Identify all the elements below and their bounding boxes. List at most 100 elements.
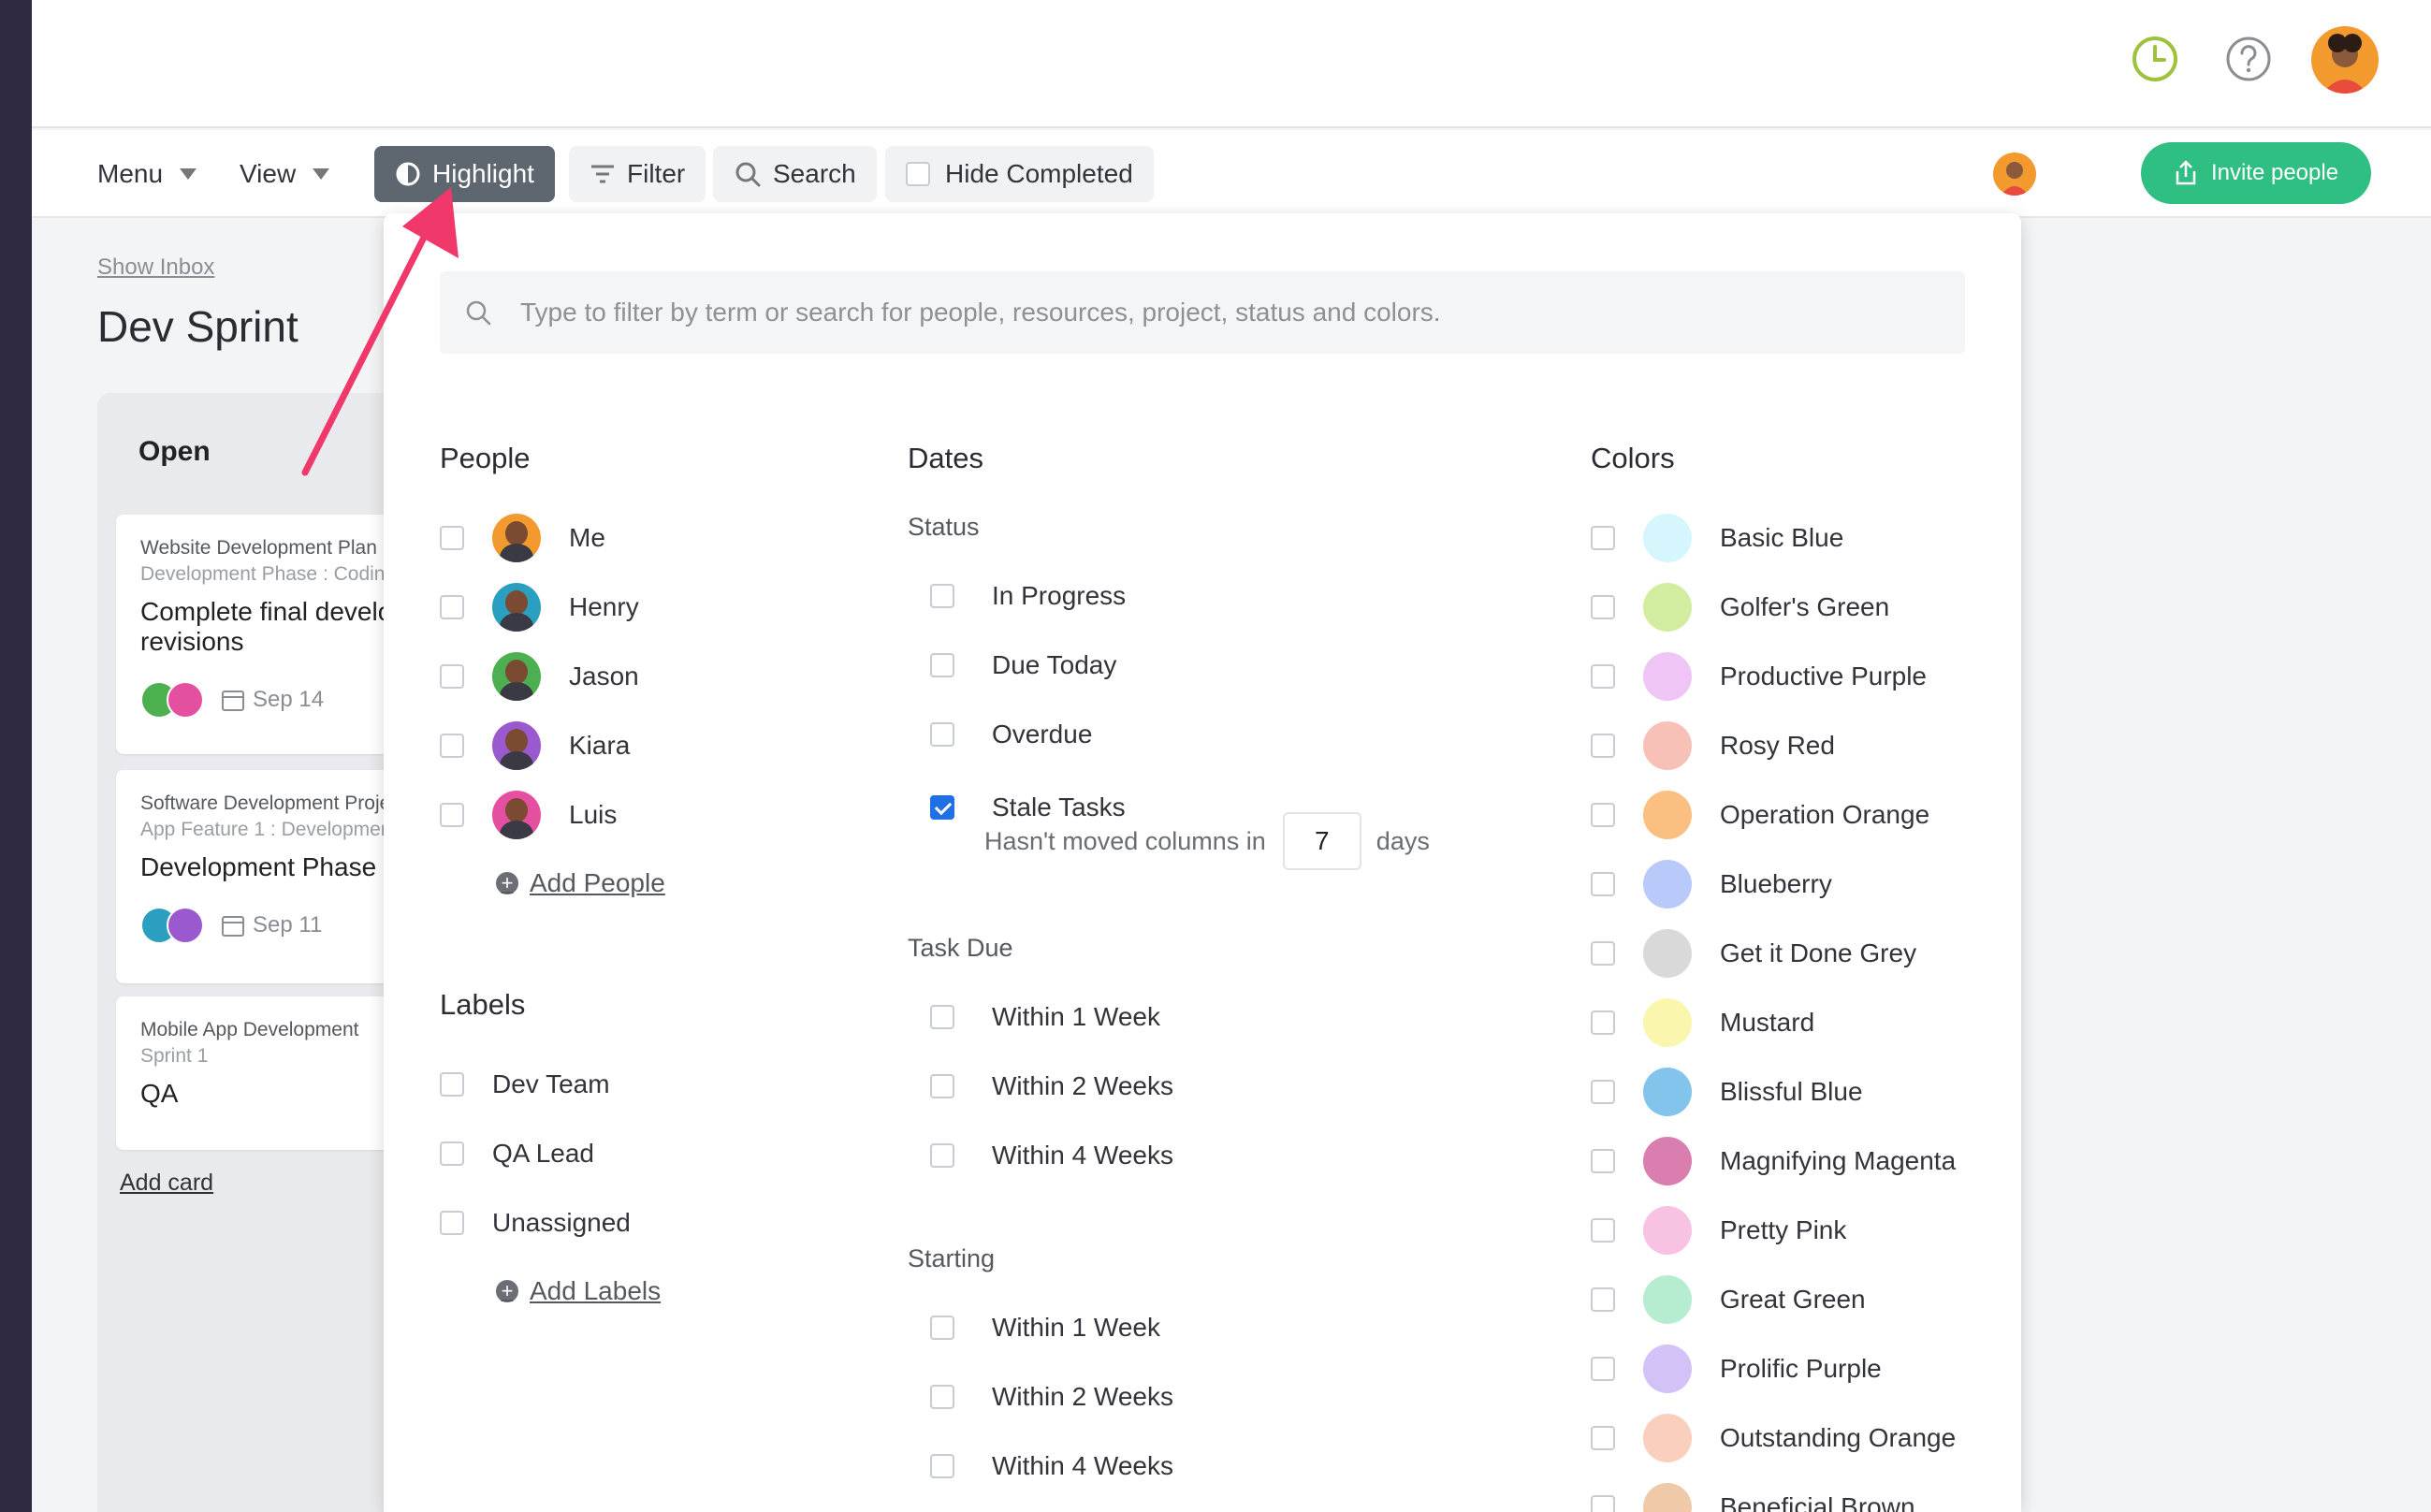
people-item-luis[interactable]: Luis	[440, 790, 617, 840]
color-checkbox[interactable]	[1591, 1357, 1615, 1381]
filter-button[interactable]: Filter	[569, 146, 706, 202]
color-checkbox[interactable]	[1591, 1149, 1615, 1173]
people-checkbox[interactable]	[440, 734, 464, 758]
search-button[interactable]: Search	[713, 146, 877, 202]
status-label: Overdue	[992, 720, 1093, 749]
people-checkbox[interactable]	[440, 595, 464, 619]
task-due-checkbox[interactable]	[930, 1074, 954, 1098]
stale-tasks-checkbox[interactable]	[930, 795, 954, 820]
color-checkbox[interactable]	[1591, 1080, 1615, 1104]
people-item-jason[interactable]: Jason	[440, 651, 639, 702]
color-item[interactable]: Pretty Pink	[1591, 1205, 1846, 1256]
calendar-icon	[222, 691, 244, 711]
color-item[interactable]: Rosy Red	[1591, 720, 1835, 771]
task-due-checkbox[interactable]	[930, 1005, 954, 1029]
clock-icon[interactable]	[2130, 34, 2180, 84]
task-due-item[interactable]: Within 4 Weeks	[930, 1130, 1173, 1181]
card-title: Development Phase	[140, 852, 377, 881]
starting-checkbox[interactable]	[930, 1316, 954, 1340]
status-checkbox[interactable]	[930, 653, 954, 677]
label-item[interactable]: Dev Team	[440, 1059, 610, 1110]
people-label: Jason	[569, 662, 639, 691]
highlight-search-box[interactable]	[440, 271, 1965, 354]
hide-completed-checkbox[interactable]	[906, 162, 930, 186]
show-inbox-link[interactable]: Show Inbox	[97, 254, 214, 281]
help-icon[interactable]	[2223, 34, 2274, 84]
people-item-kiara[interactable]: Kiara	[440, 720, 630, 771]
color-checkbox[interactable]	[1591, 526, 1615, 550]
color-label: Great Green	[1720, 1285, 1866, 1314]
status-item-in-progress[interactable]: In Progress	[930, 571, 1126, 621]
starting-item[interactable]: Within 4 Weeks	[930, 1441, 1173, 1491]
label-checkbox[interactable]	[440, 1072, 464, 1097]
label-item[interactable]: QA Lead	[440, 1128, 594, 1179]
contrast-icon	[396, 162, 420, 186]
color-item[interactable]: Great Green	[1591, 1274, 1866, 1325]
color-checkbox[interactable]	[1591, 1218, 1615, 1243]
color-item[interactable]: Operation Orange	[1591, 790, 1929, 840]
task-due-item[interactable]: Within 2 Weeks	[930, 1061, 1173, 1112]
stale-days-input[interactable]: 7	[1282, 812, 1361, 870]
label-item[interactable]: Unassigned	[440, 1198, 631, 1248]
color-item[interactable]: Productive Purple	[1591, 651, 1927, 702]
color-checkbox[interactable]	[1591, 872, 1615, 896]
color-item[interactable]: Basic Blue	[1591, 513, 1843, 563]
people-checkbox[interactable]	[440, 803, 464, 827]
color-item[interactable]: Blueberry	[1591, 859, 1832, 909]
people-checkbox[interactable]	[440, 526, 464, 550]
color-item[interactable]: Golfer's Green	[1591, 582, 1889, 632]
starting-item[interactable]: Within 1 Week	[930, 1302, 1160, 1353]
board-member-avatar[interactable]	[1993, 153, 2036, 196]
starting-checkbox[interactable]	[930, 1454, 954, 1478]
status-item-overdue[interactable]: Overdue	[930, 709, 1092, 760]
people-checkbox[interactable]	[440, 664, 464, 689]
color-checkbox[interactable]	[1591, 1495, 1615, 1512]
view-dropdown[interactable]: View	[240, 146, 330, 202]
people-item-me[interactable]: Me	[440, 513, 605, 563]
card-title-line2: revisions	[140, 627, 244, 656]
label-checkbox[interactable]	[440, 1211, 464, 1235]
color-checkbox[interactable]	[1591, 803, 1615, 827]
color-item[interactable]: Outstanding Orange	[1591, 1413, 1956, 1463]
color-checkbox[interactable]	[1591, 1426, 1615, 1450]
color-checkbox[interactable]	[1591, 1010, 1615, 1035]
label-text: Dev Team	[492, 1069, 610, 1098]
color-checkbox[interactable]	[1591, 664, 1615, 689]
add-labels-link[interactable]: + Add Labels	[496, 1276, 661, 1306]
status-checkbox[interactable]	[930, 722, 954, 747]
filter-icon	[591, 165, 614, 183]
status-item-due-today[interactable]: Due Today	[930, 640, 1116, 691]
add-people-link[interactable]: + Add People	[496, 868, 665, 898]
color-checkbox[interactable]	[1591, 1287, 1615, 1312]
add-card-link[interactable]: Add card	[120, 1170, 213, 1197]
color-checkbox[interactable]	[1591, 595, 1615, 619]
color-item[interactable]: Magnifying Magenta	[1591, 1136, 1956, 1186]
invite-people-button[interactable]: Invite people	[2141, 142, 2371, 204]
caret-down-icon	[180, 168, 197, 180]
task-due-checkbox[interactable]	[930, 1143, 954, 1168]
highlight-search-input[interactable]	[520, 298, 1924, 327]
color-item[interactable]: Prolific Purple	[1591, 1344, 1882, 1394]
task-card[interactable]: Mobile App Development Sprint 1 QA	[116, 996, 415, 1150]
highlight-button[interactable]: Highlight	[374, 146, 555, 202]
menu-dropdown[interactable]: Menu	[97, 146, 197, 202]
color-checkbox[interactable]	[1591, 734, 1615, 758]
color-item[interactable]: Blissful Blue	[1591, 1067, 1863, 1117]
color-checkbox[interactable]	[1591, 941, 1615, 966]
label-checkbox[interactable]	[440, 1141, 464, 1166]
starting-checkbox[interactable]	[930, 1385, 954, 1409]
status-checkbox[interactable]	[930, 584, 954, 608]
color-swatch	[1643, 1414, 1692, 1462]
color-item[interactable]: Beneficial Brown	[1591, 1482, 1915, 1512]
people-item-henry[interactable]: Henry	[440, 582, 639, 632]
color-swatch	[1643, 514, 1692, 562]
hide-completed-toggle[interactable]: Hide Completed	[885, 146, 1154, 202]
starting-item[interactable]: Within 2 Weeks	[930, 1372, 1173, 1422]
color-swatch	[1643, 1068, 1692, 1116]
task-card[interactable]: Website Development Plan Development Pha…	[116, 515, 415, 754]
task-card[interactable]: Software Development Project App Feature…	[116, 770, 415, 983]
user-avatar[interactable]	[2311, 26, 2379, 94]
color-item[interactable]: Get it Done Grey	[1591, 928, 1916, 979]
task-due-item[interactable]: Within 1 Week	[930, 992, 1160, 1042]
color-item[interactable]: Mustard	[1591, 997, 1814, 1048]
